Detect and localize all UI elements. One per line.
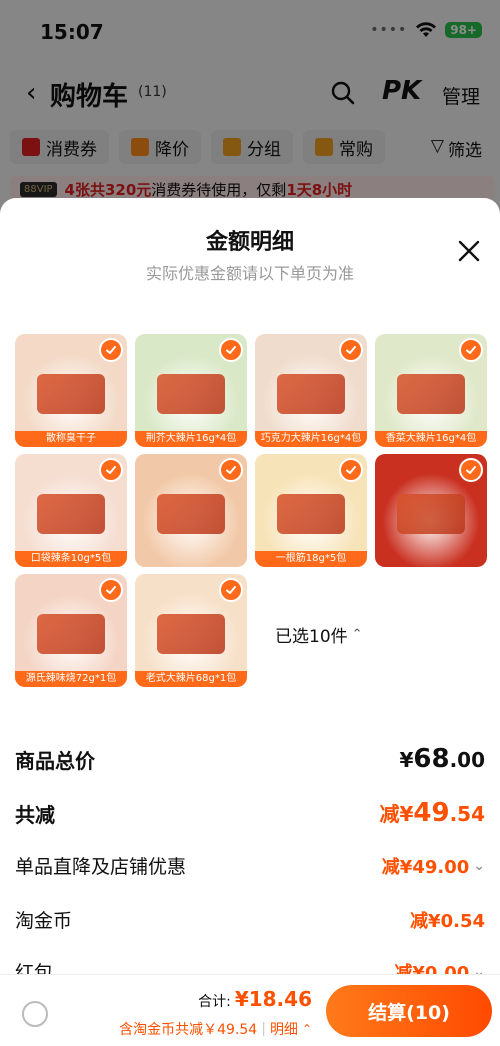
divider: |	[261, 1021, 266, 1037]
checkmark-icon[interactable]	[339, 338, 363, 362]
close-icon[interactable]	[456, 238, 482, 264]
checkmark-icon[interactable]	[219, 578, 243, 602]
taojinbi-label: 淘金币	[15, 910, 73, 932]
product-label: 老式大辣片68g*1包	[135, 671, 247, 687]
checkout-bar: 合计: ¥18.46 含淘金币共减￥49.54 | 明细 ⌃ 结算(10)	[0, 974, 500, 1046]
row-taojinbi: 淘金币 减¥0.54	[15, 906, 485, 933]
product-card[interactable]	[135, 454, 247, 567]
product-card[interactable]: 荆芥大辣片16g*4包	[135, 334, 247, 447]
select-all-radio[interactable]	[22, 1001, 48, 1027]
row-total-reduce: 共减 减¥49.54	[15, 798, 485, 828]
product-label: 巧克力大辣片16g*4包	[255, 431, 367, 447]
product-card[interactable]: 口袋辣条10g*5包	[15, 454, 127, 567]
row-direct-discount[interactable]: 单品直降及店铺优惠 减¥49.00 ⌄	[15, 852, 485, 879]
total-price-value: ¥68.00	[399, 744, 485, 774]
checkmark-icon[interactable]	[99, 338, 123, 362]
total-line: 合计: ¥18.46	[198, 987, 312, 1011]
checkmark-icon[interactable]	[339, 458, 363, 482]
chevron-up-icon: ⌃	[301, 1022, 312, 1036]
checkmark-icon[interactable]	[219, 458, 243, 482]
checkmark-icon[interactable]	[459, 458, 483, 482]
direct-discount-value: 减¥49.00 ⌄	[381, 856, 485, 878]
chevron-up-icon: ⌃	[351, 627, 363, 642]
taojinbi-value: 减¥0.54	[410, 910, 485, 932]
product-card[interactable]: 源氏辣味烧72g*1包	[15, 574, 127, 687]
direct-discount-label: 单品直降及店铺优惠	[15, 856, 187, 878]
discount-summary[interactable]: 含淘金币共减￥49.54 | 明细 ⌃	[119, 1019, 312, 1039]
product-card[interactable]: 散称臭干子	[15, 334, 127, 447]
total-price-label: 商品总价	[15, 748, 95, 773]
checkmark-icon[interactable]	[99, 458, 123, 482]
amount-detail-sheet: 金额明细 实际优惠金额请以下单页为准 散称臭干子 荆芥大辣片16g*4包 巧克力大辣…	[0, 198, 500, 1046]
selected-count[interactable]: 已选10件 ⌃	[275, 622, 363, 647]
product-label: 香菜大辣片16g*4包	[375, 431, 487, 447]
discount-text: 含淘金币共减￥49.54	[119, 1022, 258, 1038]
sheet-subtitle: 实际优惠金额请以下单页为准	[145, 264, 354, 283]
product-card[interactable]: 一根筋18g*5包	[255, 454, 367, 567]
product-label: 源氏辣味烧72g*1包	[15, 671, 127, 687]
total-label: 合计:	[198, 994, 231, 1010]
sheet-title: 金额明细	[205, 230, 294, 255]
checkmark-icon[interactable]	[99, 578, 123, 602]
chevron-down-icon: ⌄	[473, 857, 485, 874]
checkout-button[interactable]: 结算(10)	[326, 985, 492, 1037]
detail-link[interactable]: 明细	[270, 1019, 298, 1039]
product-card[interactable]	[375, 454, 487, 567]
total-reduce-value: 减¥49.54	[379, 798, 485, 828]
product-label: 口袋辣条10g*5包	[15, 551, 127, 567]
total-reduce-label: 共减	[15, 802, 55, 827]
checkmark-icon[interactable]	[459, 338, 483, 362]
total-value: ¥18.46	[234, 987, 312, 1011]
product-card[interactable]: 老式大辣片68g*1包	[135, 574, 247, 687]
product-label: 荆芥大辣片16g*4包	[135, 431, 247, 447]
product-label: 一根筋18g*5包	[255, 551, 367, 567]
checkmark-icon[interactable]	[219, 338, 243, 362]
product-card[interactable]: 香菜大辣片16g*4包	[375, 334, 487, 447]
product-card[interactable]: 巧克力大辣片16g*4包	[255, 334, 367, 447]
row-total-price: 商品总价 ¥68.00	[15, 744, 485, 774]
product-label: 散称臭干子	[15, 431, 127, 447]
selected-label: 已选10件	[275, 627, 348, 647]
